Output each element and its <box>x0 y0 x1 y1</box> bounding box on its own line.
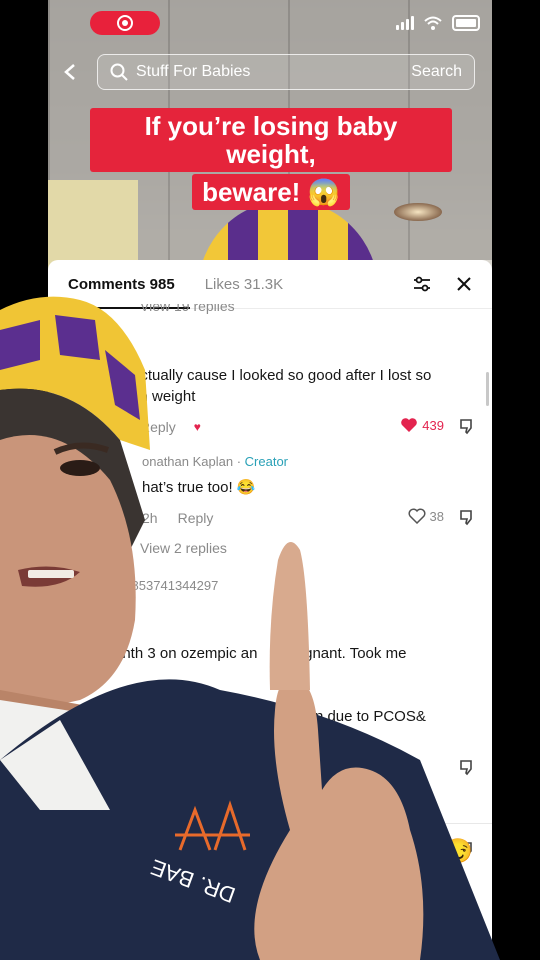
comments-header: Comments 985 Likes 31.3K <box>48 260 492 309</box>
heart-filled-icon <box>401 418 418 432</box>
like-button[interactable]: 38 <box>408 508 444 524</box>
reply-button[interactable]: Reply <box>178 510 214 526</box>
comment-text: actually cause I looked so good after I … <box>132 367 432 405</box>
status-bar <box>90 8 480 38</box>
dislike-icon[interactable] <box>458 758 476 776</box>
search-input[interactable]: Stuff For Babies Search <box>97 54 475 90</box>
battery-icon <box>452 15 480 31</box>
reply-button[interactable]: Reply <box>140 419 176 435</box>
divider <box>48 823 492 824</box>
comment-item: r2853741344297 onth 3 on ozempic an t pr… <box>48 578 492 860</box>
creator-liked-icon: ♥ <box>193 420 201 434</box>
search-row: Stuff For Babies Search <box>55 53 475 91</box>
comment-item: J actually cause I looked so good after … <box>48 344 492 437</box>
emoji-smirk[interactable]: 😏 <box>443 837 473 866</box>
comment-username: r2853741344297 <box>120 578 219 593</box>
wifi-icon <box>424 16 442 30</box>
comment-username: J <box>116 344 123 359</box>
comment-username: onathan Kaplan · Creator <box>142 454 289 469</box>
heart-outline-icon <box>400 840 418 856</box>
like-button[interactable]: 439 <box>400 417 444 433</box>
search-button[interactable]: Search <box>411 63 462 81</box>
close-icon[interactable] <box>454 274 474 294</box>
view-replies-link[interactable]: View 2 replies <box>48 540 492 556</box>
heart-outline-icon <box>408 508 426 524</box>
screen-record-indicator[interactable] <box>90 11 160 35</box>
record-icon <box>117 15 133 31</box>
comment-text: hat’s true too! 😂 <box>142 479 256 496</box>
comment-text: onth 3 on ozempic an t pregnant. Took me… <box>114 645 426 788</box>
view-replies-link[interactable]: View 19 replies <box>140 304 492 316</box>
search-icon <box>110 63 128 81</box>
comment-time: 2h <box>142 510 158 526</box>
comments-panel: Comments 985 Likes 31.3K View 19 replies… <box>48 260 492 960</box>
dislike-icon[interactable] <box>458 508 476 526</box>
search-query: Stuff For Babies <box>136 63 251 80</box>
video-caption: If you’re losing baby weight, beware! 😱 <box>90 108 452 210</box>
like-count: 38 <box>429 508 444 524</box>
like-count: 439 <box>422 417 444 433</box>
caption-line-2: beware! 😱 <box>192 174 350 210</box>
like-button[interactable]: 568 <box>400 840 444 856</box>
back-icon[interactable] <box>55 57 85 87</box>
like-count: 568 <box>422 840 444 856</box>
dislike-icon[interactable] <box>458 417 476 435</box>
tab-likes[interactable]: Likes 31.3K <box>205 276 283 293</box>
comment-item: onathan Kaplan · Creator hat’s true too!… <box>48 454 492 556</box>
tab-comments[interactable]: Comments 985 <box>68 276 175 293</box>
signal-icon <box>396 16 414 30</box>
filter-icon[interactable] <box>412 274 432 294</box>
creator-badge: Creator <box>244 454 289 469</box>
caption-line-1: If you’re losing baby weight, <box>90 108 452 172</box>
